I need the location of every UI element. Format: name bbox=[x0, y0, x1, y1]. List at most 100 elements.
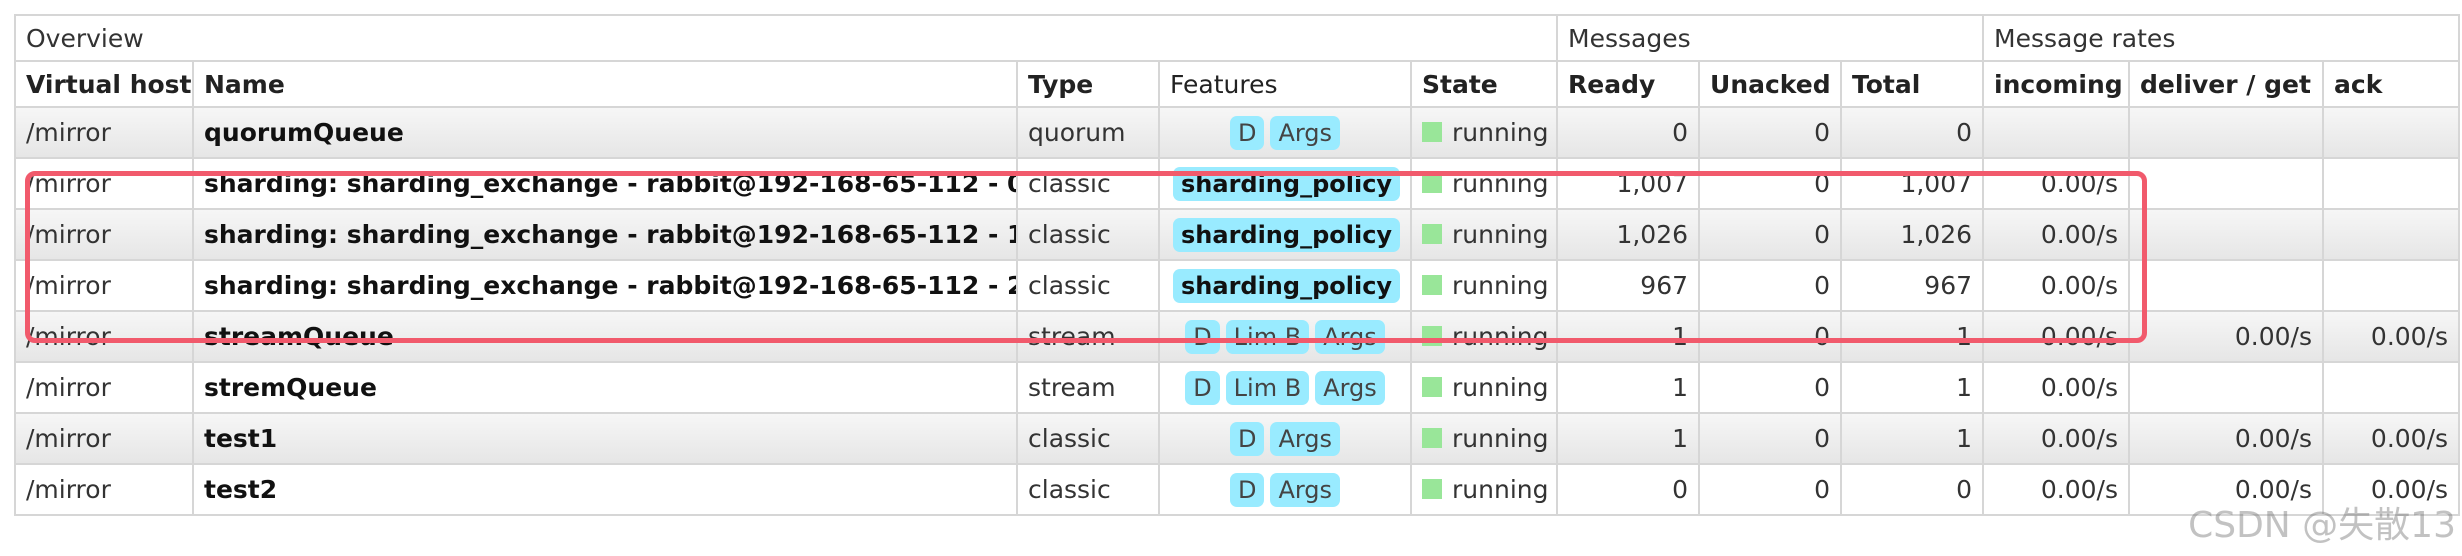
features-cell: sharding_policy bbox=[1158, 259, 1412, 312]
features-cell: sharding_policy bbox=[1158, 157, 1412, 210]
column-header-total[interactable]: Total bbox=[1840, 60, 1985, 108]
state-cell: running bbox=[1409, 412, 1559, 465]
total-cell: 1 bbox=[1840, 361, 1985, 414]
state-cell: running bbox=[1409, 208, 1559, 261]
policy-tag[interactable]: sharding_policy bbox=[1173, 166, 1401, 201]
queue-name-link[interactable]: test1 bbox=[192, 412, 1018, 465]
ack-rate-cell bbox=[2322, 259, 2461, 312]
state-cell: running bbox=[1409, 463, 1559, 516]
queue-name-link[interactable]: test2 bbox=[192, 463, 1018, 516]
ready-cell: 1 bbox=[1556, 361, 1701, 414]
queues-table: Overview Messages Message rates Virtual … bbox=[13, 14, 2461, 516]
state-label: running bbox=[1452, 475, 1549, 504]
state-label: running bbox=[1452, 169, 1549, 198]
table-row: /mirror sharding: sharding_exchange - rab… bbox=[14, 208, 2461, 261]
features-cell: D Lim B Args bbox=[1158, 361, 1412, 414]
total-cell: 0 bbox=[1840, 106, 1985, 159]
unacked-cell: 0 bbox=[1698, 208, 1843, 261]
unacked-cell: 0 bbox=[1698, 412, 1843, 465]
column-header-features: Features bbox=[1158, 60, 1412, 108]
feature-tag[interactable]: D bbox=[1185, 319, 1220, 354]
queue-name-link[interactable]: sharding: sharding_exchange - rabbit@192… bbox=[192, 157, 1018, 210]
feature-tag[interactable]: D bbox=[1229, 421, 1265, 456]
queue-name-link[interactable]: sharding: sharding_exchange - rabbit@192… bbox=[192, 208, 1018, 261]
column-header-ready[interactable]: Ready bbox=[1556, 60, 1701, 108]
features-cell: D Args bbox=[1158, 412, 1412, 465]
watermark: CSDN @失散13 bbox=[2188, 505, 2456, 546]
unacked-cell: 0 bbox=[1698, 361, 1843, 414]
table-row: /mirror streamQueue stream D Lim B Args runnin… bbox=[14, 310, 2461, 363]
column-header-virtual-host[interactable]: Virtual host bbox=[14, 60, 194, 108]
ack-rate-cell bbox=[2322, 157, 2461, 210]
feature-tag[interactable]: Args bbox=[1270, 115, 1341, 150]
ready-cell: 0 bbox=[1556, 106, 1701, 159]
column-header-incoming[interactable]: incoming bbox=[1982, 60, 2131, 108]
total-cell: 1 bbox=[1840, 412, 1985, 465]
incoming-rate-cell: 0.00/s bbox=[1982, 259, 2131, 312]
feature-tag[interactable]: D bbox=[1185, 370, 1220, 405]
queue-name-link[interactable]: sharding: sharding_exchange - rabbit@192… bbox=[192, 259, 1018, 312]
incoming-rate-cell bbox=[1982, 106, 2131, 159]
vhost-cell: /mirror bbox=[14, 157, 194, 210]
column-header-unacked[interactable]: Unacked bbox=[1698, 60, 1843, 108]
total-cell: 967 bbox=[1840, 259, 1985, 312]
type-cell: stream bbox=[1016, 310, 1160, 363]
table-row: /mirror sharding: sharding_exchange - rab… bbox=[14, 259, 2461, 312]
type-cell: quorum bbox=[1016, 106, 1160, 159]
state-label: running bbox=[1452, 322, 1549, 351]
deliver-get-rate-cell: 0.00/s bbox=[2128, 412, 2325, 465]
group-header-messages: Messages bbox=[1556, 14, 1985, 62]
column-header-type[interactable]: Type bbox=[1016, 60, 1160, 108]
deliver-get-rate-cell bbox=[2128, 157, 2325, 210]
incoming-rate-cell: 0.00/s bbox=[1982, 463, 2131, 516]
queues-panel: Overview Messages Message rates Virtual … bbox=[13, 14, 2461, 516]
feature-tag[interactable]: Lim B bbox=[1225, 319, 1310, 354]
ready-cell: 967 bbox=[1556, 259, 1701, 312]
feature-tag[interactable]: Args bbox=[1315, 370, 1385, 405]
ready-cell: 1 bbox=[1556, 310, 1701, 363]
feature-tag[interactable]: Lim B bbox=[1225, 370, 1310, 405]
feature-tag[interactable]: Args bbox=[1315, 319, 1385, 354]
table-row: /mirror sharding: sharding_exchange - rab… bbox=[14, 157, 2461, 210]
queue-name-link[interactable]: stremQueue bbox=[192, 361, 1018, 414]
feature-tag[interactable]: D bbox=[1229, 115, 1265, 150]
policy-tag[interactable]: sharding_policy bbox=[1173, 268, 1401, 303]
state-label: running bbox=[1452, 373, 1549, 402]
policy-tag[interactable]: sharding_policy bbox=[1173, 217, 1401, 252]
status-running-icon bbox=[1422, 173, 1442, 193]
unacked-cell: 0 bbox=[1698, 310, 1843, 363]
column-header-ack[interactable]: ack bbox=[2322, 60, 2461, 108]
incoming-rate-cell: 0.00/s bbox=[1982, 412, 2131, 465]
status-running-icon bbox=[1422, 275, 1442, 295]
ack-rate-cell bbox=[2322, 208, 2461, 261]
column-header-deliver-get[interactable]: deliver / get bbox=[2128, 60, 2325, 108]
table-row: /mirror quorumQueue quorum D Args running 0 0 0 bbox=[14, 106, 2461, 159]
feature-tag[interactable]: Args bbox=[1270, 421, 1341, 456]
features-cell: D Args bbox=[1158, 106, 1412, 159]
state-label: running bbox=[1452, 424, 1549, 453]
ready-cell: 0 bbox=[1556, 463, 1701, 516]
incoming-rate-cell: 0.00/s bbox=[1982, 361, 2131, 414]
state-label: running bbox=[1452, 220, 1549, 249]
table-row: /mirror test2 classic D Args running 0 0 0 0.00/s… bbox=[14, 463, 2461, 516]
deliver-get-rate-cell bbox=[2128, 361, 2325, 414]
state-cell: running bbox=[1409, 310, 1559, 363]
unacked-cell: 0 bbox=[1698, 259, 1843, 312]
status-running-icon bbox=[1422, 122, 1442, 142]
total-cell: 1,007 bbox=[1840, 157, 1985, 210]
type-cell: classic bbox=[1016, 259, 1160, 312]
status-running-icon bbox=[1422, 428, 1442, 448]
unacked-cell: 0 bbox=[1698, 157, 1843, 210]
queue-name-link[interactable]: streamQueue bbox=[192, 310, 1018, 363]
deliver-get-rate-cell bbox=[2128, 106, 2325, 159]
feature-tag[interactable]: Args bbox=[1270, 472, 1341, 507]
column-header-state[interactable]: State bbox=[1409, 60, 1559, 108]
state-cell: running bbox=[1409, 157, 1559, 210]
total-cell: 1,026 bbox=[1840, 208, 1985, 261]
feature-tag[interactable]: D bbox=[1229, 472, 1265, 507]
vhost-cell: /mirror bbox=[14, 106, 194, 159]
column-header-name[interactable]: Name bbox=[192, 60, 1018, 108]
column-group-header-row: Overview Messages Message rates bbox=[13, 14, 2461, 62]
ready-cell: 1,026 bbox=[1556, 208, 1701, 261]
queue-name-link[interactable]: quorumQueue bbox=[192, 106, 1018, 159]
